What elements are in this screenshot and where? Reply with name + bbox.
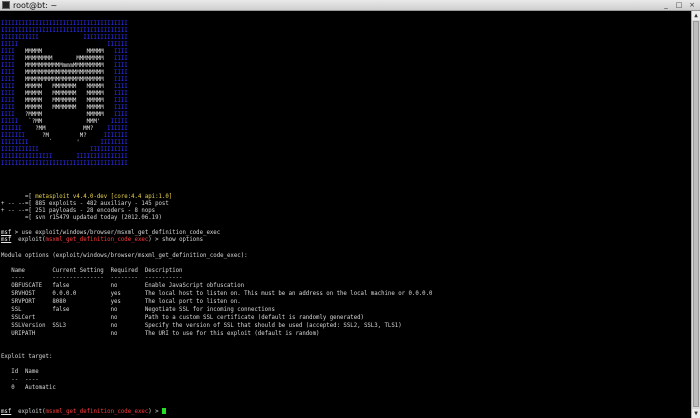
banner-art-line: IIII MMMMMMMMMMMmmmMMMMMMMMM IIII: [1, 63, 128, 69]
banner-art-line: IIII MMMMM MMMMMMM MMMMM IIII: [1, 84, 128, 90]
prompt-exploit-label: exploit(: [11, 237, 46, 243]
command-show-text: ) > show options: [148, 237, 204, 243]
banner-art-line: IIII MMMMM MMMMMMM MMMMM IIII: [1, 98, 128, 104]
vertical-scrollbar[interactable]: ▲ ▼: [691, 11, 700, 418]
command-show-line: msf exploit(msxml_get_definition_code_ex…: [1, 237, 203, 244]
scroll-down-arrow-icon[interactable]: ▼: [692, 409, 700, 418]
banner-art-line: IIII MMMMM MMMMM IIII: [1, 49, 128, 55]
terminal-output[interactable]: IIIIIIIIIIIIIIIIIIIIIIIIIIIIIIIIIIIII III…: [0, 11, 691, 418]
table-row: SSLVersion SSL3 no Specify the version o…: [1, 323, 402, 329]
text-cursor: [161, 408, 166, 414]
banner-art-line: IIIIIIIIIII IIIIIIIIIIIII: [1, 35, 128, 41]
banner-art-line: IIII ?MMMM MMMMM IIII: [1, 112, 128, 118]
banner-art-line: IIIIIIIIIIIIIII IIIIIIIIIIIIIII: [1, 154, 128, 160]
table-row: 0 Automatic: [1, 385, 56, 391]
banner-art-line: IIIIIIIIIIIIIIIIIIIIIIIIIIIIIIIIIIIII: [1, 21, 128, 27]
banner-version: metasploit v4.4.0-dev [core:4.4 api:1.0]: [35, 194, 173, 200]
banner-prefix: =[: [1, 194, 36, 200]
banner-exploits-line: + -- --=[ 885 exploits - 482 auxiliary -…: [1, 201, 169, 207]
table-row: OBFUSCATE false no Enable JavaScript obf…: [1, 283, 245, 289]
prompt-module-name: msxml_get_definition_code_exec: [45, 237, 149, 243]
msf-prompt: msf: [1, 237, 12, 243]
table-row: SRVHOST 0.0.0.0 yes The local host to li…: [1, 291, 433, 297]
target-table-divider: -- ----: [1, 377, 39, 383]
banner-art-line: IIII MMMMMMMMMMMMMMMMMMMMMMM IIII: [1, 77, 128, 83]
active-prompt-line[interactable]: msf exploit(msxml_get_definition_code_ex…: [1, 408, 166, 415]
exploit-target-heading: Exploit target:: [1, 354, 53, 360]
module-options-heading: Module options (exploit/windows/browser/…: [1, 253, 248, 259]
banner-art-line: IIIIIIII ` ' IIIIIIII: [1, 140, 128, 146]
banner-svn-line: =[ svn r15479 updated today (2012.06.19): [1, 215, 162, 221]
table-row: SSLCert no Path to a custom SSL certific…: [1, 315, 364, 321]
banner-art-line: IIIIIII ?M M? IIIIIII: [1, 133, 128, 139]
banner-art-line: IIIIIIIIIIIIIIIIIIIIIIIIIIIIIIIIIIIII: [1, 28, 128, 34]
close-button[interactable]: ×: [686, 1, 698, 9]
banner-art-line: IIIIII ?MM MM? IIIIII: [1, 126, 128, 132]
maximize-button[interactable]: □: [673, 1, 685, 9]
table-row: SSL false no Negotiate SSL for incoming …: [1, 307, 275, 313]
msf-prompt: msf: [1, 230, 12, 236]
msf-prompt: msf: [1, 409, 12, 415]
table-row: URIPATH no The URI to use for this explo…: [1, 331, 320, 337]
scroll-thumb[interactable]: [693, 21, 699, 407]
banner-art-line: IIIIIIIIIIIIIIIIIIIIIIIIIIIIIIIIIIIII: [1, 161, 128, 167]
prompt-exploit-label: exploit(: [11, 409, 46, 415]
command-use-text: > use exploit/windows/browser/msxml_get_…: [11, 230, 221, 236]
banner-art-line: IIIIIIIIIII IIIIIIIIIII: [1, 147, 128, 153]
command-use-line: msf > use exploit/windows/browser/msxml_…: [1, 230, 220, 237]
target-table-header: Id Name: [1, 369, 39, 375]
banner-art-line: IIII MMMMMMMM MMMMMMMM IIII: [1, 56, 128, 62]
banner-art-line: IIII MMMMM MMMMMMM MMMMM IIII: [1, 105, 128, 111]
banner-art-line: IIIII IIIIII: [1, 42, 128, 48]
options-table-divider: ---- --------------- -------- ----------…: [1, 275, 183, 281]
terminal-icon: [2, 1, 10, 9]
banner-payloads-line: + -- --=[ 251 payloads - 28 encoders - 8…: [1, 208, 156, 214]
scroll-up-arrow-icon[interactable]: ▲: [692, 11, 700, 20]
prompt-module-name: msxml_get_definition_code_exec: [45, 409, 149, 415]
table-row: SRVPORT 8080 yes The local port to liste…: [1, 299, 241, 305]
minimize-button[interactable]: _: [660, 1, 672, 9]
banner-art-line: IIII MMMMM MMMMMMM MMMMM IIII: [1, 91, 128, 97]
banner-art-line: IIIII `?MM MMM' IIIII: [1, 119, 128, 125]
window-title: root@bt: ~: [13, 1, 58, 10]
title-bar: root@bt: ~ _ □ ×: [0, 0, 700, 11]
banner-version-line: =[ metasploit v4.4.0-dev [core:4.4 api:1…: [1, 194, 172, 201]
banner-art-line: IIII MMMMMMMMMMMMMMMMMMMMMMM IIII: [1, 70, 128, 76]
options-table-header: Name Current Setting Required Descriptio…: [1, 268, 183, 274]
prompt-caret: ) >: [148, 409, 162, 415]
